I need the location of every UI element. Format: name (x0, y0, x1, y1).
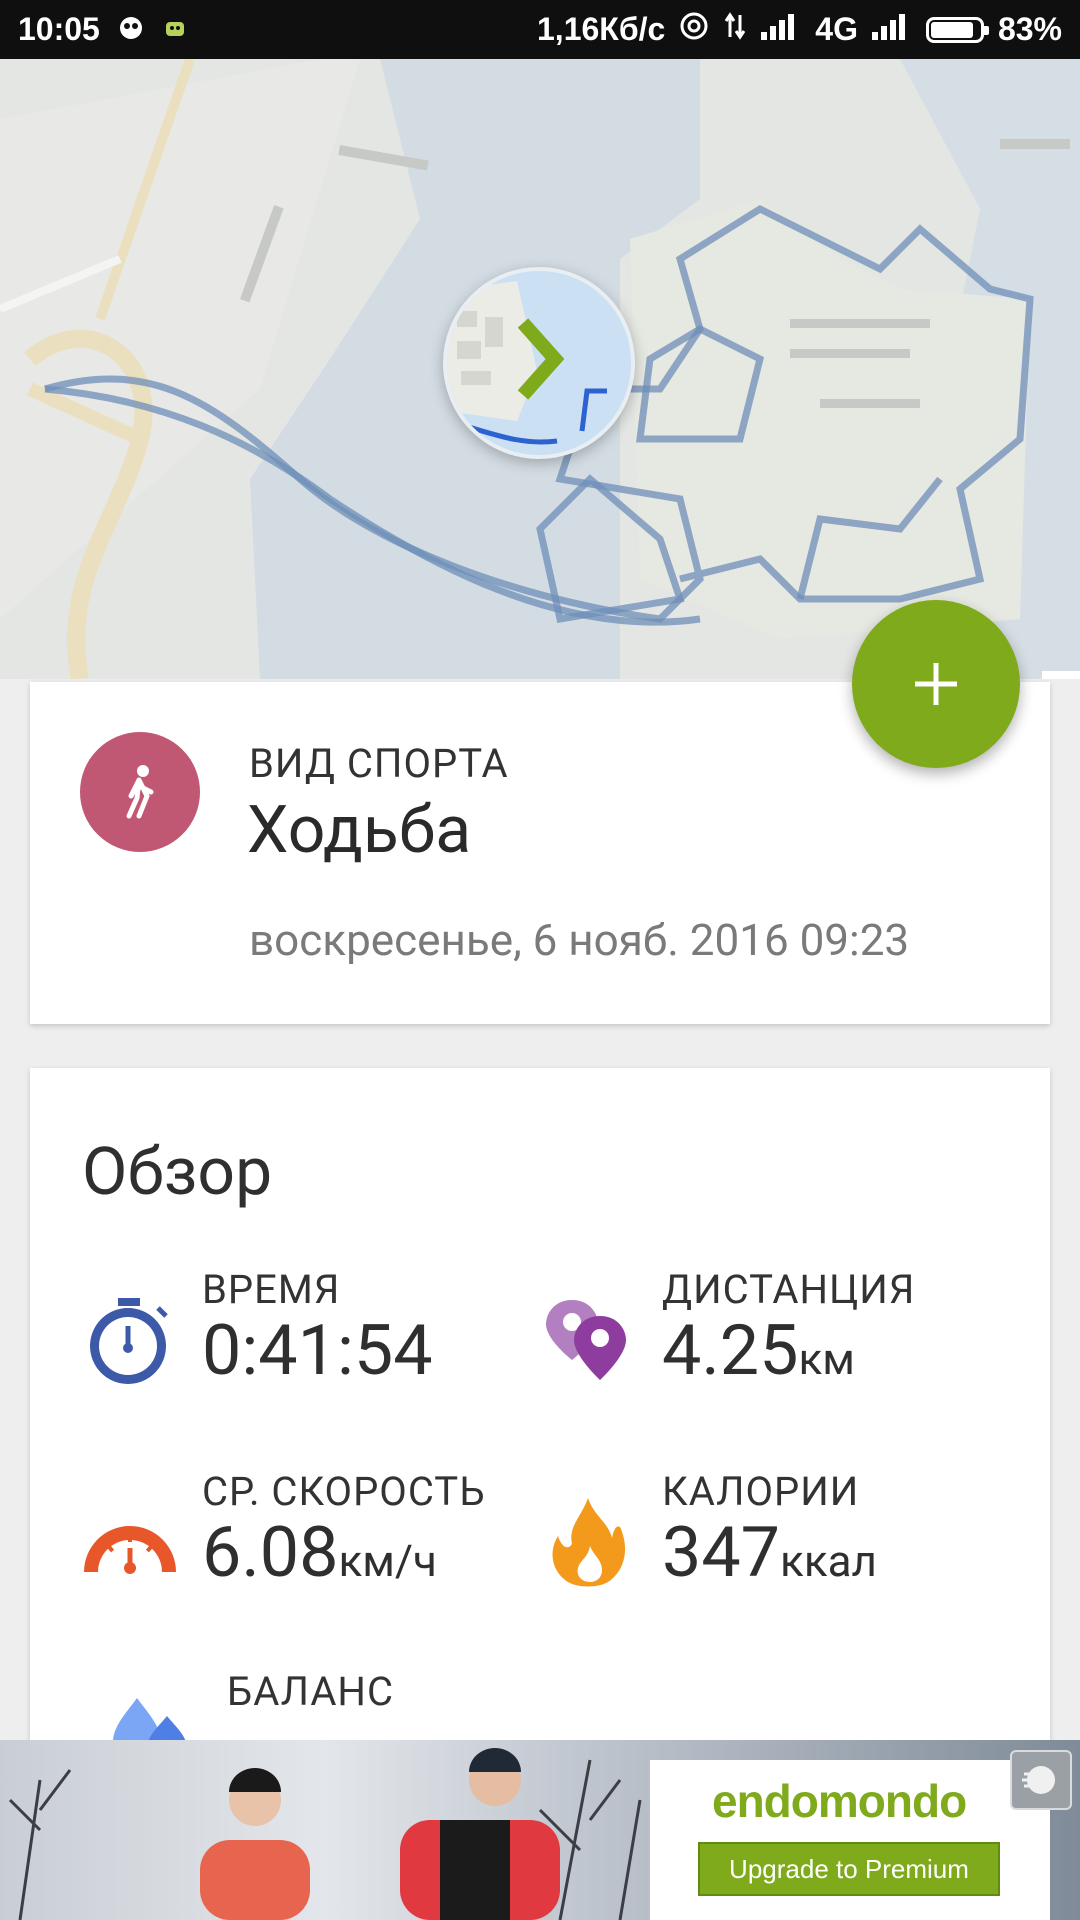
stat-value: 0:41:54 (202, 1310, 433, 1392)
battery-percent: 83% (997, 11, 1062, 47)
status-time: 10:05 (18, 11, 100, 47)
sport-type-label: ВИД СПОРТА (249, 740, 509, 787)
stat-value: 4.25км (662, 1310, 855, 1392)
add-button[interactable] (852, 600, 1020, 768)
stat-label: БАЛАНС (227, 1668, 394, 1715)
stat-label: ВРЕМЯ (202, 1266, 341, 1313)
endomondo-logo: endomondo (712, 1775, 967, 1827)
signal-icon (761, 11, 801, 48)
sport-type-value: Ходьба (247, 792, 472, 869)
stopwatch-icon (82, 1290, 178, 1390)
hotspot-icon (679, 11, 709, 49)
ad-banner[interactable]: endomondo Upgrade to Premium (0, 1740, 1080, 1920)
battery-icon (925, 16, 989, 43)
android-notification-icon (162, 11, 188, 48)
flame-icon (542, 1492, 638, 1592)
network-speed: 1,16Кб/с (537, 11, 666, 47)
route-start-thumbnail[interactable] (443, 267, 635, 459)
speedometer-icon (82, 1492, 178, 1592)
workout-date: воскресенье, 6 нояб. 2016 09:23 (249, 914, 910, 966)
ad-close-icon[interactable] (1010, 1750, 1072, 1810)
ad-image (8, 1748, 642, 1920)
stat-value: 6.08км/ч (202, 1512, 437, 1594)
ad-panel: endomondo Upgrade to Premium (650, 1760, 1050, 1920)
owl-notification-icon (118, 11, 144, 48)
signal-icon-2 (871, 11, 912, 48)
status-bar: 10:05 1,16Кб/с 4G 83% (0, 0, 1080, 59)
location-pins-icon (542, 1290, 638, 1390)
stat-value: 347ккал (662, 1512, 877, 1594)
stat-label: СР. СКОРОСТЬ (202, 1468, 486, 1515)
data-transfer-icon (723, 11, 747, 49)
start-marker-icon (447, 271, 631, 455)
route-map[interactable]: rs (0, 59, 1080, 679)
stat-label: ДИСТАНЦИЯ (662, 1266, 916, 1313)
network-type: 4G (815, 11, 858, 47)
upgrade-premium-button[interactable]: Upgrade to Premium (698, 1842, 1000, 1896)
overview-title: Обзор (82, 1134, 273, 1211)
walking-icon (80, 732, 200, 852)
plus-icon (915, 663, 957, 705)
stat-label: КАЛОРИИ (662, 1468, 860, 1515)
map-credit: rs (1041, 671, 1080, 679)
